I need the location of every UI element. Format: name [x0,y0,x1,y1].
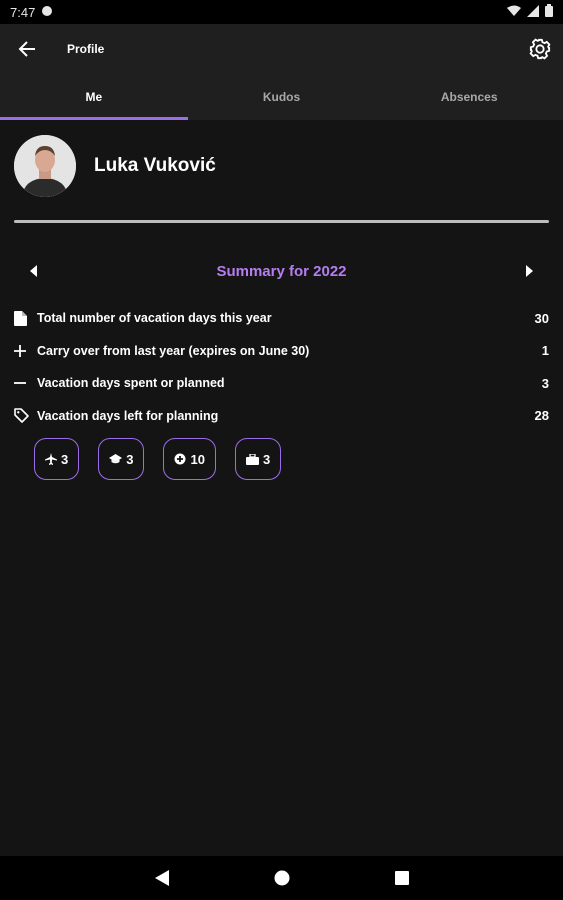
battery-icon [545,4,553,20]
divider [14,220,549,223]
settings-button[interactable] [517,24,563,74]
summary-row-value: 30 [534,310,549,326]
app-bar: Profile [0,24,563,74]
chevron-right-icon [525,265,533,277]
previous-year-button[interactable] [14,254,54,288]
chip-vacation[interactable]: 3 [34,438,80,480]
minus-icon [14,373,36,393]
graduation-cap-icon [109,454,123,464]
summary-row-value: 28 [534,408,549,424]
plane-icon [45,453,57,465]
summary-row-carry-over: Carry over from last year (expires on Ju… [14,335,549,368]
chip-value: 3 [262,451,271,467]
chip-business[interactable]: 3 [234,438,282,480]
summary-row-value: 3 [541,375,549,391]
triangle-back-icon [154,870,169,886]
arrow-left-icon [18,41,35,57]
summary-row-label: Total number of vacation days this year [37,311,272,326]
summary-row-spent: Vacation days spent or planned 3 [14,367,549,400]
signal-icon [527,4,539,20]
absence-type-chips: 3 3 10 3 [34,438,282,480]
document-icon [14,308,36,328]
summary-heading: Summary for 2022 [216,262,347,280]
summary-list: Total number of vacation days this year … [14,302,549,432]
square-recents-icon [394,871,409,885]
plus-icon [14,341,36,361]
chip-value: 3 [126,451,134,467]
summary-row-left: Vacation days left for planning 28 [14,400,549,433]
chip-sick-leave[interactable]: 10 [163,438,216,480]
tab-bar: Me Kudos Absences [0,74,563,120]
profile-header: Luka Vuković [14,133,549,199]
tab-me[interactable]: Me [0,74,188,120]
back-button[interactable] [0,24,54,74]
nav-recents-button[interactable] [387,863,417,893]
chip-value: 10 [190,451,205,467]
summary-row-label: Vacation days spent or planned [37,376,225,391]
tag-icon [14,406,36,426]
nav-home-button[interactable] [267,863,297,893]
briefcase-icon [245,453,259,465]
status-bar: 7:47 [0,0,563,24]
avatar [14,135,76,197]
summary-row-value: 1 [541,343,549,359]
notification-icon [41,5,53,20]
system-nav-bar [0,856,563,900]
chevron-left-icon [30,265,37,277]
summary-row-total: Total number of vacation days this year … [14,302,549,335]
page-title: Profile [67,42,105,56]
summary-row-label: Carry over from last year (expires on Ju… [37,343,310,358]
wifi-icon [507,5,521,20]
tab-kudos[interactable]: Kudos [188,74,376,120]
tab-absences[interactable]: Absences [375,74,563,120]
profile-name: Luka Vuković [94,155,216,176]
chip-education[interactable]: 3 [98,438,145,480]
summary-year-nav: Summary for 2022 [14,254,549,288]
nav-back-button[interactable] [147,863,177,893]
chip-value: 3 [61,451,69,467]
circle-home-icon [274,870,289,886]
next-year-button[interactable] [509,254,549,288]
medical-icon [174,453,186,465]
summary-row-label: Vacation days left for planning [37,408,219,423]
gear-icon [529,38,551,60]
status-time: 7:47 [10,4,36,20]
